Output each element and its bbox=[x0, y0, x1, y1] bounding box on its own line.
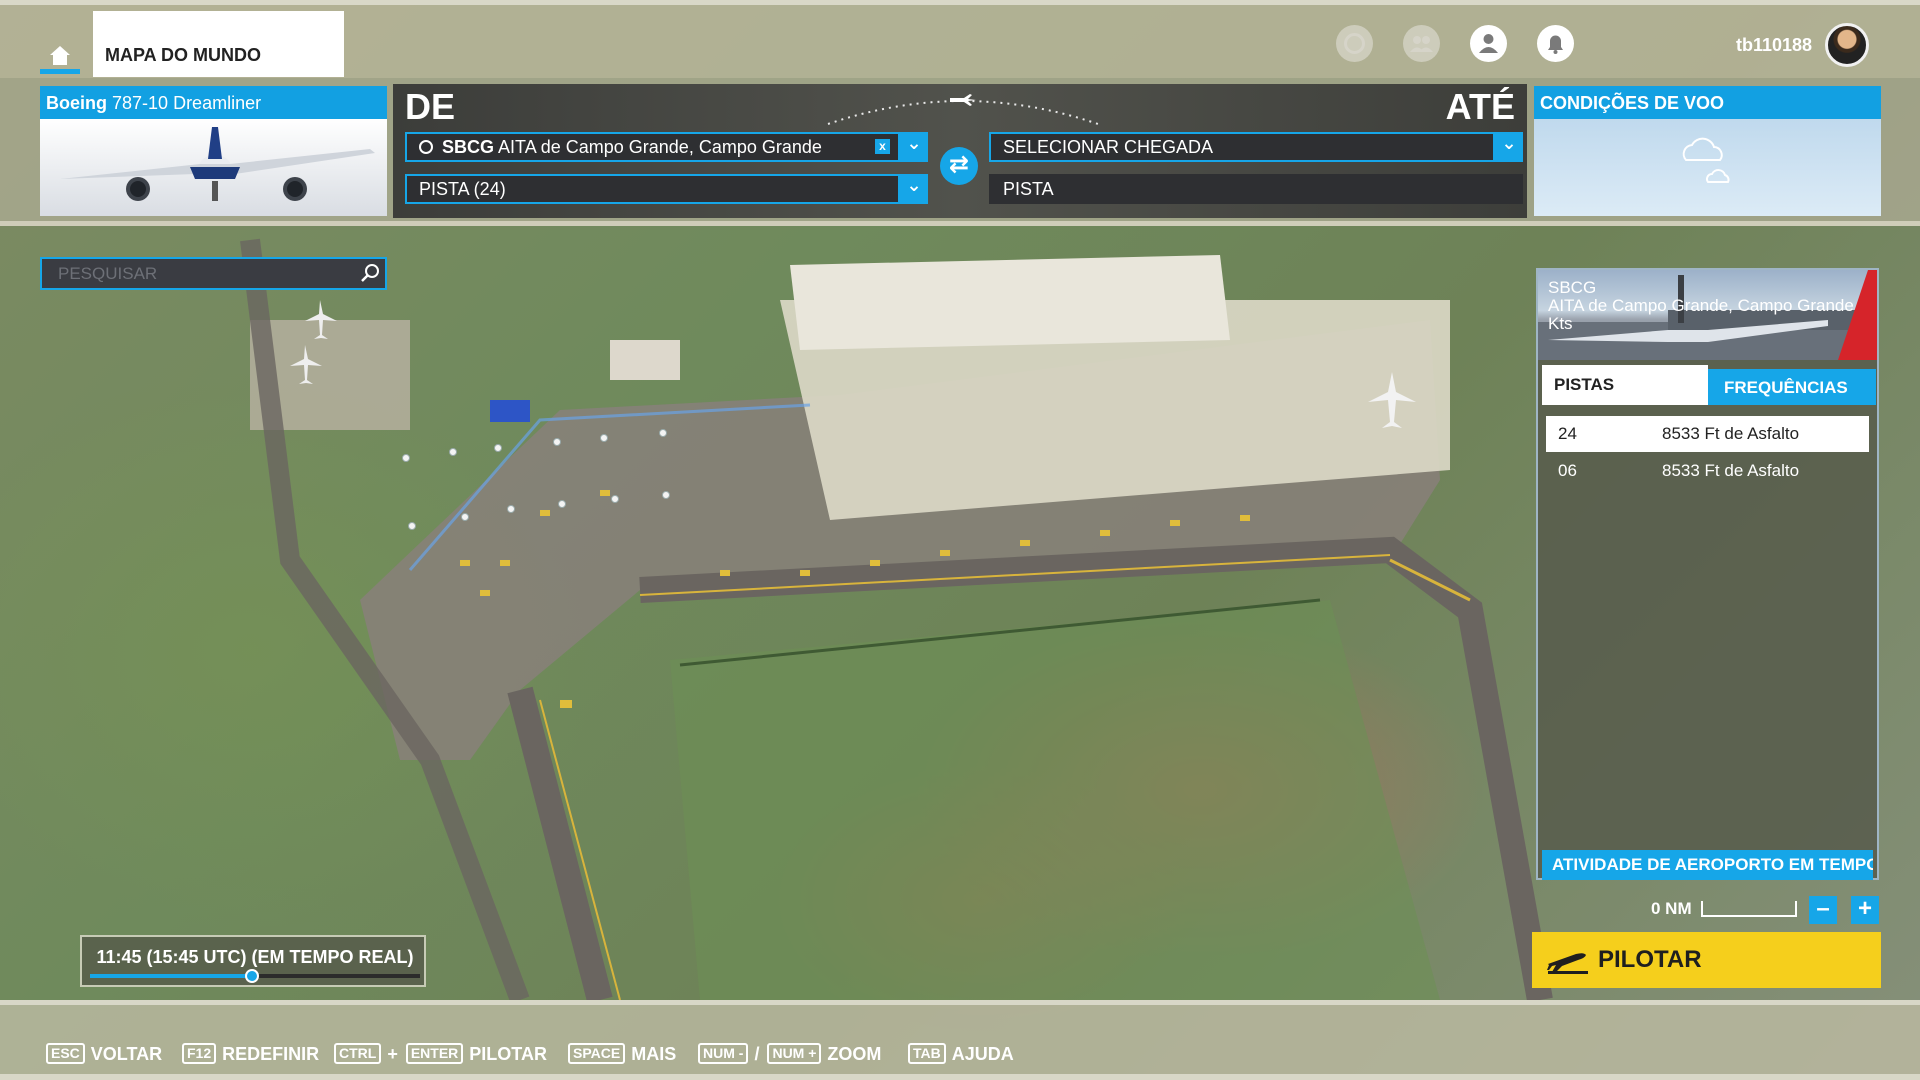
key-num-plus: NUM + bbox=[767, 1043, 822, 1064]
departure-field[interactable]: SBCG AITA de Campo Grande, Campo Grande bbox=[405, 132, 900, 162]
flight-conditions-card[interactable]: CONDIÇÕES DE VOO bbox=[1534, 86, 1881, 216]
hotkey-fly[interactable]: CTRL + ENTER PILOTAR bbox=[334, 1043, 547, 1065]
gate-marker[interactable] bbox=[659, 429, 667, 437]
conditions-title: CONDIÇÕES DE VOO bbox=[1534, 86, 1881, 119]
airport-name: AITA de Campo Grande, Campo Grande bbox=[1548, 296, 1854, 315]
gate-marker[interactable] bbox=[402, 454, 410, 462]
key-num-minus: NUM - bbox=[698, 1043, 749, 1064]
time-label: 11:45 (15:45 UTC) (EM TEMPO REAL) bbox=[96, 947, 414, 967]
arrival-runway-field[interactable]: PISTA bbox=[989, 174, 1523, 204]
chevron-down-icon[interactable]: ⌄ bbox=[900, 132, 928, 162]
profile-icon[interactable] bbox=[1470, 25, 1507, 62]
search-input[interactable]: PESQUISAR bbox=[40, 257, 387, 290]
wind-speed: Kts bbox=[1548, 314, 1573, 333]
key-tab: TAB bbox=[908, 1043, 946, 1064]
key-separator: + bbox=[387, 1044, 398, 1064]
home-active-indicator bbox=[40, 69, 80, 74]
tab-runways[interactable]: PISTAS bbox=[1542, 365, 1708, 405]
aircraft-make: Boeing bbox=[46, 93, 107, 113]
bottom-hotkey-bar: ESC VOLTAR F12 REDEFINIR CTRL + ENTER PILOTAR… bbox=[0, 1000, 1920, 1080]
chevron-down-icon[interactable]: ⌄ bbox=[900, 174, 928, 204]
hotkey-zoom-label: ZOOM bbox=[827, 1044, 882, 1064]
hotkey-reset-label: REDEFINIR bbox=[222, 1044, 320, 1064]
gate-marker[interactable] bbox=[507, 505, 515, 513]
time-slider-fill bbox=[90, 974, 252, 978]
key-esc: ESC bbox=[46, 1043, 85, 1064]
hotkey-help-label: AJUDA bbox=[951, 1044, 1014, 1064]
aircraft-title: Boeing 787-10 Dreamliner bbox=[40, 86, 387, 119]
time-slider-handle[interactable] bbox=[244, 969, 259, 983]
hotkey-fly-label: PILOTAR bbox=[469, 1044, 547, 1064]
key-enter: ENTER bbox=[405, 1043, 464, 1064]
runway-id: 24 bbox=[1558, 424, 1577, 443]
hotkey-more-label: MAIS bbox=[631, 1044, 677, 1064]
gate-marker[interactable] bbox=[408, 522, 416, 530]
fly-button[interactable]: PILOTAR bbox=[1532, 932, 1881, 988]
username[interactable]: tb110188 bbox=[1736, 35, 1812, 56]
zoom-in-button[interactable]: + bbox=[1851, 896, 1879, 924]
fly-label: PILOTAR bbox=[1598, 946, 1702, 973]
gate-marker[interactable] bbox=[558, 500, 566, 508]
runway-row[interactable]: 06 8533 Ft de Asfalto bbox=[1546, 453, 1869, 489]
search-placeholder: PESQUISAR bbox=[58, 264, 158, 283]
cloud-icon bbox=[1682, 137, 1730, 183]
clear-departure-icon[interactable]: x bbox=[875, 139, 890, 154]
runway-info: 8533 Ft de Asfalto bbox=[1662, 461, 1800, 480]
hotkey-back[interactable]: ESC VOLTAR bbox=[46, 1043, 162, 1065]
hotkey-back-label: VOLTAR bbox=[90, 1044, 163, 1064]
gate-marker[interactable] bbox=[662, 491, 670, 499]
key-separator: / bbox=[754, 1044, 760, 1064]
gate-marker[interactable] bbox=[611, 495, 619, 503]
airport-photo: SBCG AITA de Campo Grande, Campo Grande … bbox=[1538, 270, 1877, 360]
tab-world-map[interactable]: MAPA DO MUNDO bbox=[93, 11, 344, 77]
hotkey-zoom[interactable]: NUM - / NUM + ZOOM bbox=[698, 1043, 881, 1065]
route-panel: DE ATÉ SBCG AITA de Campo Grande, Campo … bbox=[393, 84, 1527, 218]
gate-marker[interactable] bbox=[494, 444, 502, 452]
hotkey-reset[interactable]: F12 REDEFINIR bbox=[182, 1043, 319, 1065]
departure-code: SBCG bbox=[442, 137, 495, 157]
activity-icon[interactable] bbox=[1336, 25, 1373, 62]
gate-marker[interactable] bbox=[461, 513, 469, 521]
map-scale-label: 0 NM bbox=[1651, 899, 1692, 918]
tab-frequencies[interactable]: FREQUÊNCIAS bbox=[1708, 369, 1876, 405]
top-bar: MAPA DO MUNDO tb110188 bbox=[0, 0, 1920, 78]
avatar[interactable] bbox=[1825, 23, 1869, 67]
aircraft-model: 787-10 Dreamliner bbox=[112, 93, 262, 113]
departure-runway-field[interactable]: PISTA (24) bbox=[405, 174, 900, 204]
location-icon bbox=[419, 140, 433, 154]
route-arc bbox=[827, 94, 1099, 125]
gate-marker[interactable] bbox=[600, 434, 608, 442]
hotkey-more[interactable]: SPACE MAIS bbox=[568, 1043, 676, 1065]
runway-row[interactable]: 24 8533 Ft de Asfalto bbox=[1546, 416, 1869, 452]
key-f12: F12 bbox=[182, 1043, 217, 1064]
departure-plane-icon bbox=[1547, 953, 1588, 974]
departure-name: AITA de Campo Grande, Campo Grande bbox=[498, 137, 822, 157]
airport-code: SBCG bbox=[1548, 278, 1597, 297]
airport-tabs: PISTAS FREQUÊNCIAS bbox=[1538, 365, 1877, 407]
key-space: SPACE bbox=[568, 1043, 626, 1064]
gate-marker[interactable] bbox=[449, 448, 457, 456]
search-icon[interactable] bbox=[359, 262, 381, 284]
chevron-down-icon[interactable]: ⌄ bbox=[1495, 132, 1523, 162]
key-ctrl: CTRL bbox=[334, 1043, 382, 1064]
zoom-out-button[interactable]: – bbox=[1809, 896, 1837, 924]
live-airport-activity-button[interactable]: ATIVIDADE DE AEROPORTO EM TEMPO REAL bbox=[1542, 850, 1873, 880]
notifications-icon[interactable] bbox=[1537, 25, 1574, 62]
gate-marker[interactable] bbox=[553, 438, 561, 446]
aircraft-image bbox=[40, 119, 387, 216]
runway-info: 8533 Ft de Asfalto bbox=[1662, 424, 1800, 443]
swap-route-button[interactable]: ⇄ bbox=[940, 147, 978, 185]
time-of-day-control[interactable]: 11:45 (15:45 UTC) (EM TEMPO REAL) bbox=[80, 935, 426, 987]
friends-icon[interactable] bbox=[1403, 25, 1440, 62]
aircraft-card[interactable]: Boeing 787-10 Dreamliner bbox=[40, 86, 387, 216]
hotkey-help[interactable]: TAB AJUDA bbox=[908, 1043, 1014, 1065]
to-label: ATÉ bbox=[1445, 86, 1515, 127]
from-label: DE bbox=[405, 86, 456, 127]
arrival-field[interactable]: SELECIONAR CHEGADA bbox=[989, 132, 1495, 162]
runway-id: 06 bbox=[1558, 461, 1577, 480]
map-scale-bar bbox=[1701, 901, 1797, 917]
airport-info-panel: SBCG AITA de Campo Grande, Campo Grande … bbox=[1536, 268, 1879, 880]
